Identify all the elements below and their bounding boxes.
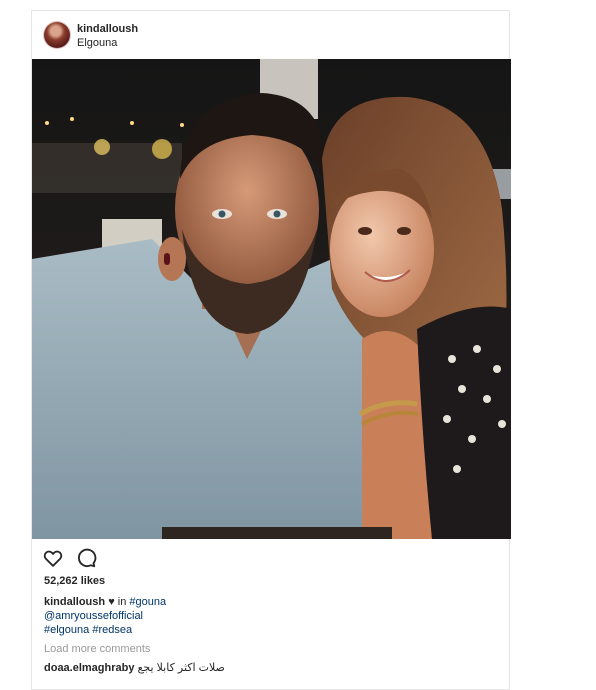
post-caption: kindalloush ♥ in #gouna @amryoussefoffic… (44, 595, 166, 637)
speech-bubble-icon[interactable] (75, 547, 97, 569)
comment-text: صلات اكثر كابلا يجع (137, 662, 225, 674)
caption-username[interactable]: kindalloush (44, 596, 105, 608)
caption-in-text: in (117, 596, 127, 608)
post-location[interactable]: Elgouna (77, 37, 117, 49)
hashtag-gouna[interactable]: #gouna (129, 596, 166, 608)
heart-icon: ♥ (108, 596, 115, 608)
like-count[interactable]: 52,262 likes (44, 575, 105, 587)
heart-outline-icon[interactable] (42, 547, 64, 569)
avatar[interactable] (44, 22, 70, 48)
post-header: kindalloush Elgouna (32, 11, 509, 59)
comment-username[interactable]: doaa.elmaghraby (44, 662, 134, 674)
mention-link[interactable]: @amryoussefofficial (44, 610, 143, 622)
post-photo[interactable] (32, 59, 511, 539)
comment-item: doaa.elmaghraby صلات اكثر كابلا يجع (44, 661, 225, 674)
hashtag-redsea[interactable]: #redsea (92, 624, 132, 636)
post-card: kindalloush Elgouna 52,262 likes kindall… (31, 10, 511, 690)
hashtag-elgouna[interactable]: #elgouna (44, 624, 89, 636)
photo-image (32, 59, 511, 539)
post-username[interactable]: kindalloush (77, 23, 138, 35)
load-more-comments-button[interactable]: Load more comments (44, 643, 150, 655)
